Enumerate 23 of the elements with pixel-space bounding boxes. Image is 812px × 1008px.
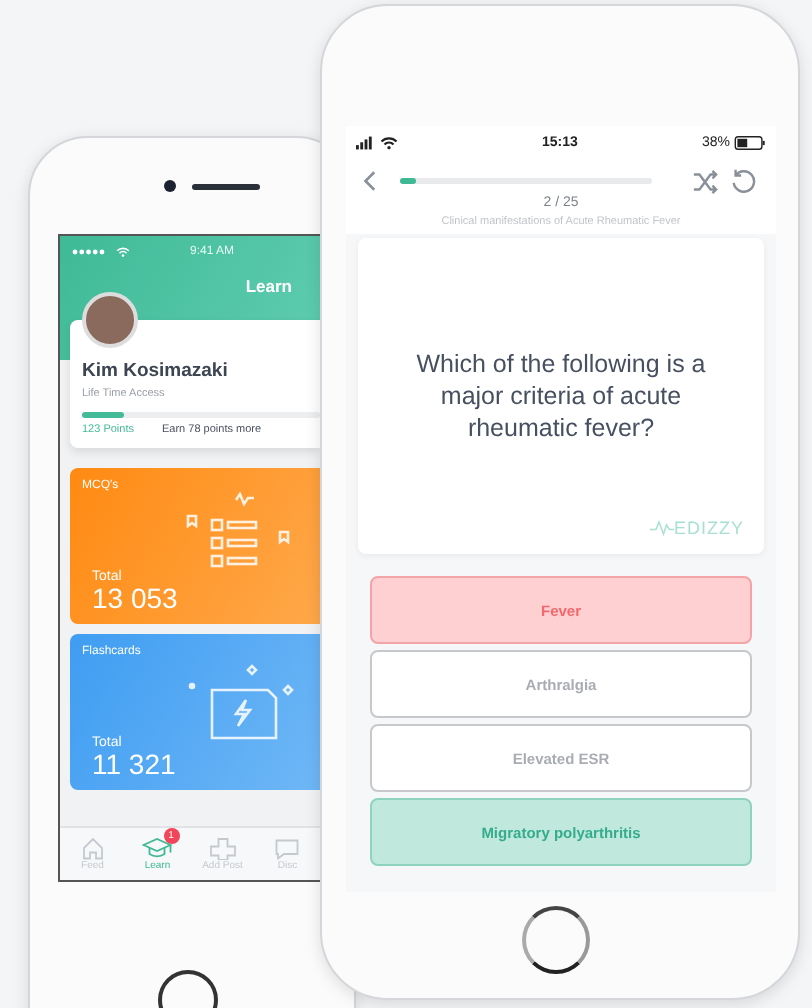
- back-button[interactable]: [362, 170, 376, 192]
- home-button[interactable]: [522, 906, 590, 974]
- total-count: 11 321: [92, 750, 176, 778]
- pulse-icon: [649, 520, 674, 536]
- wifi-icon: [380, 136, 398, 150]
- wifi-icon: [116, 246, 130, 258]
- avatar: [82, 292, 138, 348]
- question-text: Which of the following is a major criteria of acute rheumatic fever?: [414, 347, 708, 445]
- user-name: Kim Kosimazaki: [82, 360, 230, 382]
- logo-text: EDIZZY: [673, 518, 744, 538]
- chat-bubble-icon: [272, 836, 303, 860]
- shuffle-button[interactable]: [692, 169, 718, 193]
- total-count: 13 053: [92, 584, 178, 612]
- graduation-cap-icon: [142, 836, 173, 860]
- camera-icon: [164, 180, 176, 192]
- battery-icon: [734, 136, 766, 150]
- signal-icon: [72, 248, 108, 256]
- home-icon: [77, 836, 108, 860]
- restart-button[interactable]: [730, 168, 756, 194]
- speaker-icon: [192, 183, 260, 189]
- plus-icon: [207, 836, 238, 860]
- screen-title: Learn: [243, 276, 294, 296]
- signal-icon: [356, 136, 376, 150]
